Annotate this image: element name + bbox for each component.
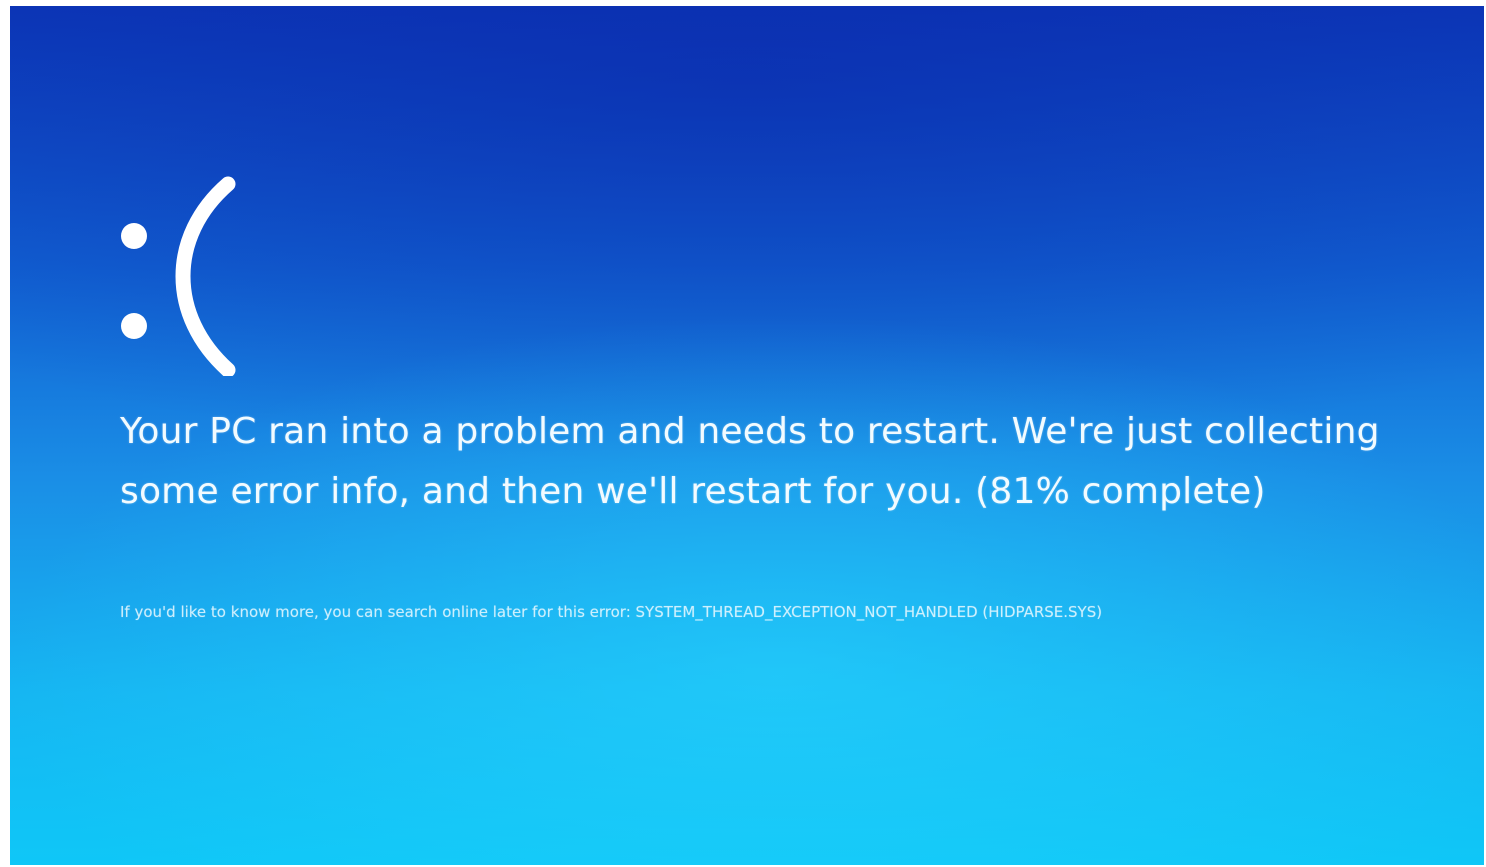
stop-code-details: If you'd like to know more, you can sear… [120, 603, 1103, 621]
bsod-screen: Your PC ran into a problem and needs to … [10, 6, 1484, 865]
error-message: Your PC ran into a problem and needs to … [120, 411, 1380, 512]
sad-face-icon [106, 176, 246, 376]
